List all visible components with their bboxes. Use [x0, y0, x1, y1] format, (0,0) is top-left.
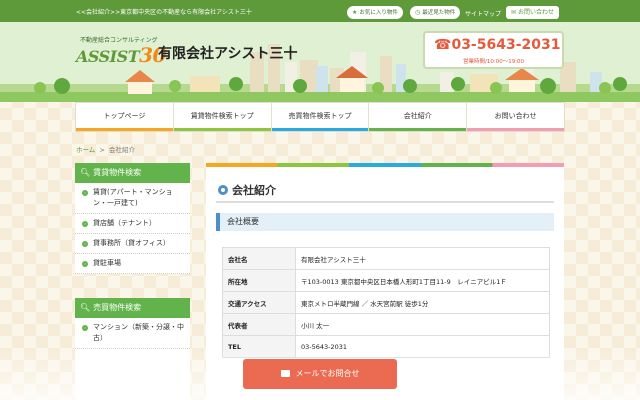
sidebar-item-sale-mansion[interactable]: › マンション（新築・分譲・中古） — [75, 318, 190, 349]
arrow-icon: › — [82, 325, 88, 331]
page-tagline: <<会社紹介>>東京都中央区の不動産なら有限会社アシスト三十 — [76, 9, 252, 16]
row-value: 〒103-0013 東京都中央区日本橋人形町1丁目11-9 レイニアビル1Ｆ — [295, 269, 550, 292]
circle-icon — [218, 185, 228, 195]
table-row: 会社名 有限会社アシスト三十 — [222, 247, 550, 270]
row-key: 会社名 — [222, 247, 296, 270]
row-key: 所在地 — [222, 269, 296, 292]
contact-top-button[interactable]: ✉ お問い合わせ — [506, 6, 559, 19]
company-info-table: 会社名 有限会社アシスト三十 所在地 〒103-0013 東京都中央区日本橋人形町1… — [222, 247, 550, 358]
recent-button[interactable]: ◷ 最近見た物件 — [410, 6, 461, 19]
breadcrumb-home[interactable]: ホーム — [76, 146, 95, 154]
breadcrumb: ホーム > 会社紹介 — [76, 144, 135, 154]
mail-icon: ✉ — [511, 9, 517, 16]
favorites-button[interactable]: ★ お気に入り物件 — [347, 6, 403, 19]
row-value: 小川 太一 — [295, 313, 550, 336]
color-strip — [206, 163, 564, 167]
rental-search-heading: 🔍︎ 賃貸物件検索 — [75, 163, 190, 183]
arrow-icon: › — [82, 241, 88, 247]
clock-icon: ◷ — [415, 9, 421, 16]
title-divider — [216, 201, 554, 203]
mail-inquiry-button[interactable]: メールでお問合せ — [243, 359, 397, 389]
sidebar-item-rental-store[interactable]: › 貸店舗（テナント） — [75, 214, 190, 234]
nav-contact[interactable]: お問い合わせ — [467, 103, 564, 131]
row-key: 代表者 — [222, 313, 296, 336]
favorites-label: お気に入り物件 — [359, 10, 398, 16]
table-row: 交通アクセス 東京メトロ半蔵門線 ／ 水天宮前駅 徒歩1分 — [222, 291, 550, 314]
nav-top[interactable]: トップページ — [76, 103, 174, 131]
breadcrumb-separator: > — [99, 146, 105, 154]
nav-sale-search[interactable]: 売買物件検索トップ — [271, 103, 370, 131]
search-icon: 🔍︎ — [80, 168, 91, 177]
rental-search-panel: 🔍︎ 賃貸物件検索 › 賃貸(アパート・マンション・一戸建て) › 貸店舗（テナント）… — [75, 163, 190, 274]
mail-inquiry-label: メールでお問合せ — [295, 369, 360, 378]
section-heading: 会社概要 — [216, 213, 554, 231]
top-bar: <<会社紹介>>東京都中央区の不動産なら有限会社アシスト三十 ★ お気に入り物件 … — [0, 0, 640, 22]
row-value: 有限会社アシスト三十 — [295, 247, 550, 270]
star-icon: ★ — [352, 9, 358, 16]
phone-number[interactable]: ☎03-5643-2031 — [434, 37, 561, 53]
search-icon: 🔍︎ — [80, 303, 91, 312]
phone-box: ☎03-5643-2031 営業時間/10:00～19:00 — [423, 31, 564, 69]
logo-text: ASSIST — [76, 47, 140, 66]
row-value: 東京メトロ半蔵門線 ／ 水天宮前駅 徒歩1分 — [295, 291, 550, 314]
arrow-icon: › — [82, 221, 88, 227]
arrow-icon: › — [82, 190, 88, 196]
sidebar-item-rental-housing[interactable]: › 賃貸(アパート・マンション・一戸建て) — [75, 183, 190, 214]
page-title: 会社紹介 — [218, 182, 276, 198]
envelope-icon — [280, 370, 290, 377]
sitemap-link[interactable]: サイトマップ — [465, 9, 501, 18]
global-nav: トップページ 賃貸物件検索トップ 売買物件検索トップ 会社紹介 お問い合わせ — [75, 102, 565, 132]
phone-icon: ☎ — [434, 37, 452, 53]
table-row: 所在地 〒103-0013 東京都中央区日本橋人形町1丁目11-9 レイニアビル1… — [222, 269, 550, 292]
sale-search-heading: 🔍︎ 売買物件検索 — [75, 298, 190, 318]
arrow-icon: › — [82, 261, 88, 267]
site-logo[interactable]: ASSIST30 — [76, 43, 166, 67]
sidebar-item-rental-parking[interactable]: › 貸駐車場 — [75, 254, 190, 274]
contact-top-label: お問い合わせ — [517, 9, 554, 16]
company-name: 有限会社アシスト三十 — [158, 46, 298, 62]
nav-rental-search[interactable]: 賃貸物件検索トップ — [173, 103, 272, 131]
recent-label: 最近見た物件 — [422, 10, 456, 16]
sidebar-item-rental-office[interactable]: › 貸事務所（貸オフィス） — [75, 234, 190, 254]
breadcrumb-current: 会社紹介 — [109, 146, 136, 154]
business-hours: 営業時間/10:00～19:00 — [463, 59, 525, 65]
nav-company[interactable]: 会社紹介 — [369, 103, 468, 131]
table-row: 代表者 小川 太一 — [222, 313, 550, 336]
row-key: 交通アクセス — [222, 291, 296, 314]
